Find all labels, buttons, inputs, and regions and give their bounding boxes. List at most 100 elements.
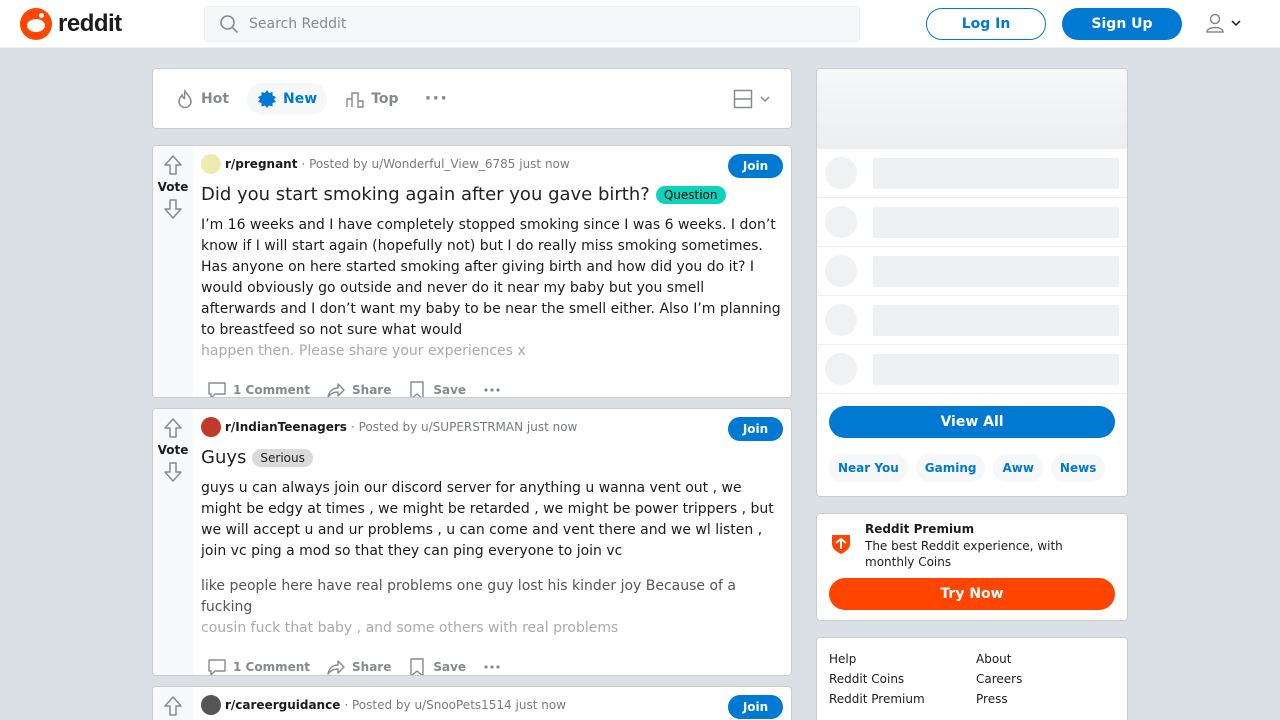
- footer-link-reddit-premium[interactable]: Reddit Premium: [829, 692, 976, 706]
- upvote-icon[interactable]: [163, 695, 183, 717]
- vote-count: Vote: [157, 180, 189, 194]
- user-menu-dropdown[interactable]: [1204, 12, 1242, 34]
- chevron-down-icon: [1231, 20, 1241, 27]
- top-header: reddit Log In Sign Up: [0, 0, 1280, 48]
- sort-new[interactable]: New: [247, 82, 328, 115]
- post-body-fade: happen then. Please share your experienc…: [201, 343, 526, 359]
- try-now-button[interactable]: Try Now: [829, 578, 1115, 610]
- subreddit-avatar-icon[interactable]: [201, 695, 221, 715]
- sort-bar: Hot New Top ···: [152, 68, 792, 129]
- sort-more-button[interactable]: ···: [417, 88, 457, 109]
- post-author-meta: · Posted by u/SUPERSTRMAN just now: [350, 420, 578, 434]
- sort-hot[interactable]: Hot: [165, 83, 239, 115]
- join-button[interactable]: Join: [728, 154, 783, 178]
- bookmark-icon: [410, 381, 425, 397]
- post-body-text: I’m 16 weeks and I have completely stopp…: [201, 215, 783, 362]
- logo-text: reddit: [58, 10, 122, 37]
- premium-title: Reddit Premium: [865, 522, 975, 536]
- post-flair[interactable]: Serious: [252, 448, 313, 467]
- upvote-icon[interactable]: [163, 154, 183, 176]
- sort-top-label: Top: [371, 90, 399, 107]
- join-button[interactable]: Join: [728, 417, 783, 441]
- post-card[interactable]: Vote r/pregnant · Posted by u/Wonderful_…: [152, 145, 792, 398]
- footer-link-about[interactable]: About: [976, 652, 1123, 666]
- footer-link-careers[interactable]: Careers: [976, 672, 1123, 686]
- share-button[interactable]: Share: [320, 372, 397, 397]
- upvote-icon[interactable]: [163, 417, 183, 439]
- chip-news[interactable]: News: [1050, 454, 1106, 482]
- vote-count: Vote: [157, 443, 189, 457]
- search-icon: [220, 15, 238, 33]
- shield-icon: [832, 535, 850, 554]
- new-icon: [258, 89, 277, 108]
- chevron-down-icon: [760, 96, 770, 103]
- post-card[interactable]: r/careerguidance · Posted by u/SnooPets1…: [152, 686, 792, 720]
- post-body: guys u can always join our discord serve…: [201, 480, 774, 559]
- skeleton-row: [817, 149, 1127, 198]
- downvote-icon[interactable]: [163, 198, 183, 220]
- join-button[interactable]: Join: [728, 695, 783, 719]
- comments-label: 1 Comment: [233, 383, 311, 397]
- save-label: Save: [433, 660, 467, 674]
- flame-icon: [178, 88, 192, 108]
- post-author-meta: · Posted by u/SnooPets1514 just now: [344, 698, 566, 712]
- comment-icon: [208, 659, 226, 675]
- footer-links-card: Help About Reddit Coins Careers Reddit P…: [816, 637, 1128, 720]
- post-body: I’m 16 weeks and I have completely stopp…: [201, 217, 781, 338]
- share-button[interactable]: Share: [320, 649, 397, 675]
- subreddit-avatar-icon[interactable]: [201, 417, 221, 437]
- chip-aww[interactable]: Aww: [993, 454, 1043, 482]
- more-options-button[interactable]: [476, 372, 508, 397]
- share-label: Share: [352, 660, 392, 674]
- comment-icon: [208, 382, 226, 397]
- reddit-snoo-icon: [20, 8, 52, 40]
- post-body-text: guys u can always join our discord serve…: [201, 478, 783, 562]
- search-input[interactable]: [249, 16, 829, 32]
- signup-button[interactable]: Sign Up: [1062, 8, 1182, 40]
- layout-toggle[interactable]: [733, 89, 771, 109]
- vote-column: Vote: [153, 146, 193, 397]
- post-author-meta: · Posted by u/Wonderful_View_6785 just n…: [301, 157, 570, 171]
- skeleton-row: [817, 296, 1127, 345]
- save-label: Save: [433, 383, 467, 397]
- top-icon: [346, 91, 364, 108]
- post-title[interactable]: Guys: [201, 447, 246, 468]
- chip-gaming[interactable]: Gaming: [915, 454, 986, 482]
- footer-link-help[interactable]: Help: [829, 652, 976, 666]
- sort-top[interactable]: Top: [335, 83, 408, 115]
- card-banner-placeholder: [817, 69, 1127, 149]
- share-icon: [327, 383, 345, 397]
- subreddit-avatar-icon[interactable]: [201, 154, 221, 174]
- footer-link-reddit-coins[interactable]: Reddit Coins: [829, 672, 976, 686]
- share-icon: [327, 660, 345, 675]
- vote-column: [153, 687, 193, 720]
- topic-chips: Near You Gaming Aww News: [829, 454, 1115, 482]
- save-button[interactable]: Save: [401, 372, 472, 397]
- post-body-2: like people here have real problems one …: [201, 578, 737, 615]
- sort-hot-label: Hot: [201, 90, 230, 107]
- chip-near-you[interactable]: Near You: [829, 454, 908, 482]
- subreddit-link[interactable]: r/careerguidance: [225, 698, 340, 712]
- more-options-button[interactable]: [476, 649, 508, 675]
- bookmark-icon: [410, 658, 425, 675]
- comments-button[interactable]: 1 Comment: [201, 372, 316, 397]
- search-bar[interactable]: [204, 6, 860, 42]
- footer-link-press[interactable]: Press: [976, 692, 1123, 706]
- premium-card: Reddit Premium The best Reddit experienc…: [816, 513, 1128, 621]
- skeleton-row: [817, 247, 1127, 296]
- post-title[interactable]: Did you start smoking again after you ga…: [201, 184, 650, 205]
- sort-new-label: New: [283, 90, 318, 107]
- communities-card: View All Near You Gaming Aww News: [816, 68, 1128, 497]
- subreddit-link[interactable]: r/pregnant: [225, 157, 297, 171]
- comments-button[interactable]: 1 Comment: [201, 649, 316, 675]
- post-flair[interactable]: Question: [655, 185, 726, 204]
- post-actions: 1 Comment Share Save: [201, 372, 783, 397]
- login-button[interactable]: Log In: [926, 8, 1046, 40]
- view-all-button[interactable]: View All: [829, 406, 1115, 438]
- post-actions: 1 Comment Share Save: [201, 649, 783, 675]
- downvote-icon[interactable]: [163, 461, 183, 483]
- subreddit-link[interactable]: r/IndianTeenagers: [225, 420, 347, 434]
- save-button[interactable]: Save: [401, 649, 472, 675]
- reddit-logo[interactable]: reddit: [20, 8, 122, 40]
- post-card[interactable]: Vote r/IndianTeenagers · Posted by u/SUP…: [152, 408, 792, 676]
